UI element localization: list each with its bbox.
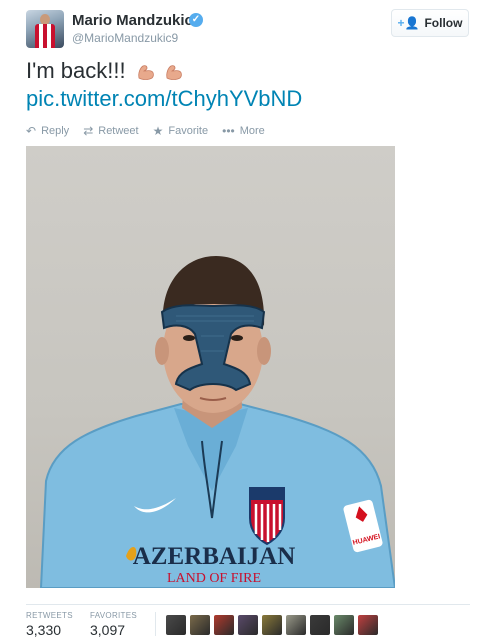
favorites-label: FAVORITES [90,611,138,620]
favoriter-avatar[interactable] [238,615,258,635]
reply-button[interactable]: ↶ Reply [26,124,69,138]
favoriter-avatar[interactable] [310,615,330,635]
more-dots-icon: ••• [222,124,235,138]
favoriter-avatar[interactable] [286,615,306,635]
favorites-stat[interactable]: FAVORITES 3,097 [90,611,137,638]
retweet-icon: ⇄ [83,124,94,138]
favoriter-avatar[interactable] [166,615,186,635]
favoriter-avatar[interactable] [214,615,234,635]
reply-label: Reply [41,125,70,137]
favoriter-avatar[interactable] [358,615,378,635]
profile-avatar[interactable] [26,10,64,48]
favoriter-avatar[interactable] [262,615,282,635]
favoriter-avatars [166,615,378,635]
chest-sponsor-subtext: LAND OF FIRE [167,571,261,586]
follow-button-label: Follow [424,16,463,30]
favoriter-avatar[interactable] [334,615,354,635]
retweets-stat[interactable]: RETWEETS 3,330 [26,611,73,638]
stats-divider [26,604,470,605]
tweet-photo[interactable]: HUAWEI AZERBAIJAN LAND OF FIRE [26,146,395,588]
photo-illustration: HUAWEI AZERBAIJAN LAND OF FIRE [39,256,395,588]
retweets-label: RETWEETS [26,611,73,620]
avatar-shirt [35,24,55,48]
tweet-actions: ↶ Reply ⇄ Retweet ★ Favorite ••• More [26,124,265,138]
retweet-button[interactable]: ⇄ Retweet [83,124,138,138]
follow-button[interactable]: +👤 Follow [391,9,469,37]
verified-badge-icon: ✓ [189,13,203,27]
user-handle[interactable]: @MarioMandzukic9 [72,31,178,45]
reply-icon: ↶ [26,124,37,138]
more-button[interactable]: ••• More [222,124,265,138]
favoriter-avatar[interactable] [190,615,210,635]
tweet-photo-link[interactable]: pic.twitter.com/tChyhYVbND [26,86,302,112]
chest-sponsor-text: AZERBAIJAN [133,543,296,570]
star-icon: ★ [152,124,164,138]
flexed-biceps-icon [138,65,154,81]
retweet-label: Retweet [98,125,139,137]
flexed-biceps-icon [166,65,182,81]
add-user-icon: +👤 [397,16,420,30]
tweet-text: I'm back!!! [26,58,126,83]
stat-separator [155,612,156,636]
user-name[interactable]: Mario Mandzukic [72,12,193,29]
retweets-count: 3,330 [26,622,62,638]
more-label: More [239,125,265,137]
favorite-button[interactable]: ★ Favorite [153,124,209,138]
favorite-label: Favorite [168,125,209,137]
tweet-emojis [136,59,186,85]
tweet-text-line: I'm back!!! [26,58,186,85]
favorites-count: 3,097 [90,622,126,638]
